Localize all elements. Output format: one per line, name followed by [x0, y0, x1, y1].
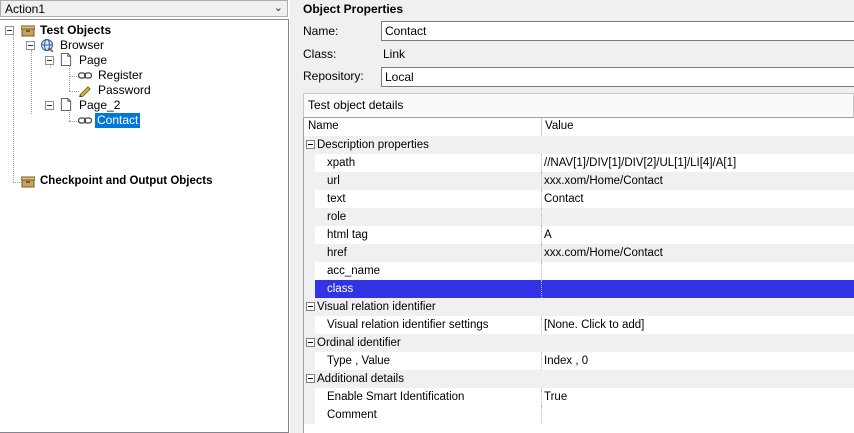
property-value[interactable]: xxx.xom/Home/Contact [544, 172, 663, 190]
page-document-icon [60, 98, 72, 111]
test-object-details-label: Test object details [308, 98, 404, 112]
property-name: Visual relation identifier settings [327, 319, 489, 331]
property-name: role [327, 211, 347, 223]
chevron-down-icon[interactable]: ⌄ [274, 1, 283, 14]
grid-header-name[interactable]: Name [308, 120, 339, 132]
tree-node-test-objects[interactable]: Test Objects [0, 23, 200, 38]
page-document-icon [60, 53, 72, 66]
property-value[interactable]: //NAV[1]/DIV[1]/DIV[2]/UL[1]/LI[4]/A[1] [544, 154, 736, 172]
action-dropdown-value: Action1 [5, 2, 46, 16]
property-row-class[interactable]: class [304, 280, 854, 298]
tree-label-register: Register [98, 68, 143, 82]
tree-label-page: Page [79, 53, 108, 67]
property-row-xpath[interactable]: xpath //NAV[1]/DIV[1]/DIV[2]/UL[1]/LI[4]… [304, 154, 854, 172]
category-label: Additional details [317, 373, 404, 385]
property-row-text[interactable]: text Contact [304, 190, 854, 208]
grid-header: Name Value [304, 117, 854, 137]
repository-label: Repository: [303, 69, 364, 83]
test-objects-icon [21, 25, 35, 37]
collapse-icon[interactable] [5, 26, 14, 35]
test-object-details-header: Test object details [303, 93, 854, 117]
tree-node-browser[interactable]: Browser [0, 38, 200, 53]
tree-node-checkpoints[interactable]: Checkpoint and Output Objects [0, 174, 230, 189]
property-row-visual-settings[interactable]: Visual relation identifier settings [Non… [304, 316, 854, 334]
tree-node-register[interactable]: Register [0, 68, 200, 83]
collapse-icon[interactable] [306, 140, 315, 149]
property-name: Enable Smart Identification [327, 391, 465, 403]
tree-label-page-2: Page_2 [79, 98, 121, 112]
category-description-properties[interactable]: Description properties [304, 136, 854, 154]
category-label: Ordinal identifier [317, 337, 401, 349]
class-label: Class: [303, 47, 337, 61]
link-icon [78, 72, 92, 79]
property-row-comment[interactable]: Comment [304, 406, 854, 424]
tree-label-checkpoints: Checkpoint and Output Objects [40, 175, 213, 187]
link-icon [78, 117, 92, 124]
tree-label-contact: Contact [95, 113, 141, 128]
property-row-href[interactable]: href xxx.com/Home/Contact [304, 244, 854, 262]
property-row-html-tag[interactable]: html tag A [304, 226, 854, 244]
object-properties-pane: Object Properties Name: Contact Class: L… [299, 0, 854, 433]
property-row-url[interactable]: url xxx.xom/Home/Contact [304, 172, 854, 190]
property-name: html tag [327, 229, 368, 241]
browser-globe-icon [41, 39, 54, 52]
tree-node-page-2[interactable]: Page_2 [0, 98, 200, 113]
tree-node-page[interactable]: Page [0, 53, 200, 68]
object-tree-pane: Action1 ⌄ Test Objects Browser Page Regi… [0, 0, 290, 433]
collapse-icon[interactable] [306, 374, 315, 383]
collapse-icon[interactable] [45, 101, 54, 110]
object-properties-title: Object Properties [303, 2, 404, 16]
property-name: class [327, 283, 354, 295]
category-visual-relation-identifier[interactable]: Visual relation identifier [304, 298, 854, 316]
class-value: Link [383, 47, 406, 61]
property-value[interactable]: Index , 0 [544, 352, 588, 370]
collapse-icon[interactable] [306, 338, 315, 347]
property-row-type-value[interactable]: Type , Value Index , 0 [304, 352, 854, 370]
name-label: Name: [303, 24, 339, 38]
repository-field: Local [381, 67, 854, 87]
collapse-icon[interactable] [306, 302, 315, 311]
property-name: href [327, 247, 347, 259]
category-label: Description properties [317, 139, 429, 151]
property-name: acc_name [327, 265, 381, 277]
property-value[interactable]: A [544, 226, 552, 244]
tree-node-contact[interactable]: Contact [0, 113, 200, 128]
column-divider[interactable] [541, 118, 542, 136]
tree-label-test-objects: Test Objects [40, 23, 112, 37]
category-additional-details[interactable]: Additional details [304, 370, 854, 388]
property-name: text [327, 193, 346, 205]
property-value[interactable]: True [544, 388, 567, 406]
property-name: xpath [327, 157, 356, 169]
property-value[interactable]: Contact [544, 190, 584, 208]
property-value[interactable]: xxx.com/Home/Contact [544, 244, 663, 262]
property-row-smart-identification[interactable]: Enable Smart Identification True [304, 388, 854, 406]
checkpoint-box-icon [21, 176, 35, 188]
tree-label-browser: Browser [60, 38, 105, 52]
properties-grid: Name Value Description properties xpath … [303, 117, 854, 433]
collapse-icon[interactable] [26, 41, 35, 50]
category-ordinal-identifier[interactable]: Ordinal identifier [304, 334, 854, 352]
property-name: Comment [327, 409, 377, 421]
tree-node-password[interactable]: Password [0, 83, 200, 98]
pane-splitter[interactable] [290, 0, 299, 433]
category-label: Visual relation identifier [317, 301, 436, 313]
property-name: url [327, 175, 340, 187]
grid-header-value[interactable]: Value [545, 120, 574, 132]
collapse-icon[interactable] [45, 56, 54, 65]
action-dropdown[interactable]: Action1 ⌄ [0, 0, 288, 17]
edit-pencil-icon [79, 86, 91, 97]
property-row-role[interactable]: role [304, 208, 854, 226]
property-name: Type , Value [327, 355, 391, 367]
property-value[interactable]: [None. Click to add] [544, 316, 644, 334]
object-tree: Test Objects Browser Page Register Passw… [0, 19, 289, 433]
tree-label-password: Password [98, 83, 151, 97]
name-field[interactable]: Contact [381, 21, 854, 41]
property-row-acc-name[interactable]: acc_name [304, 262, 854, 280]
